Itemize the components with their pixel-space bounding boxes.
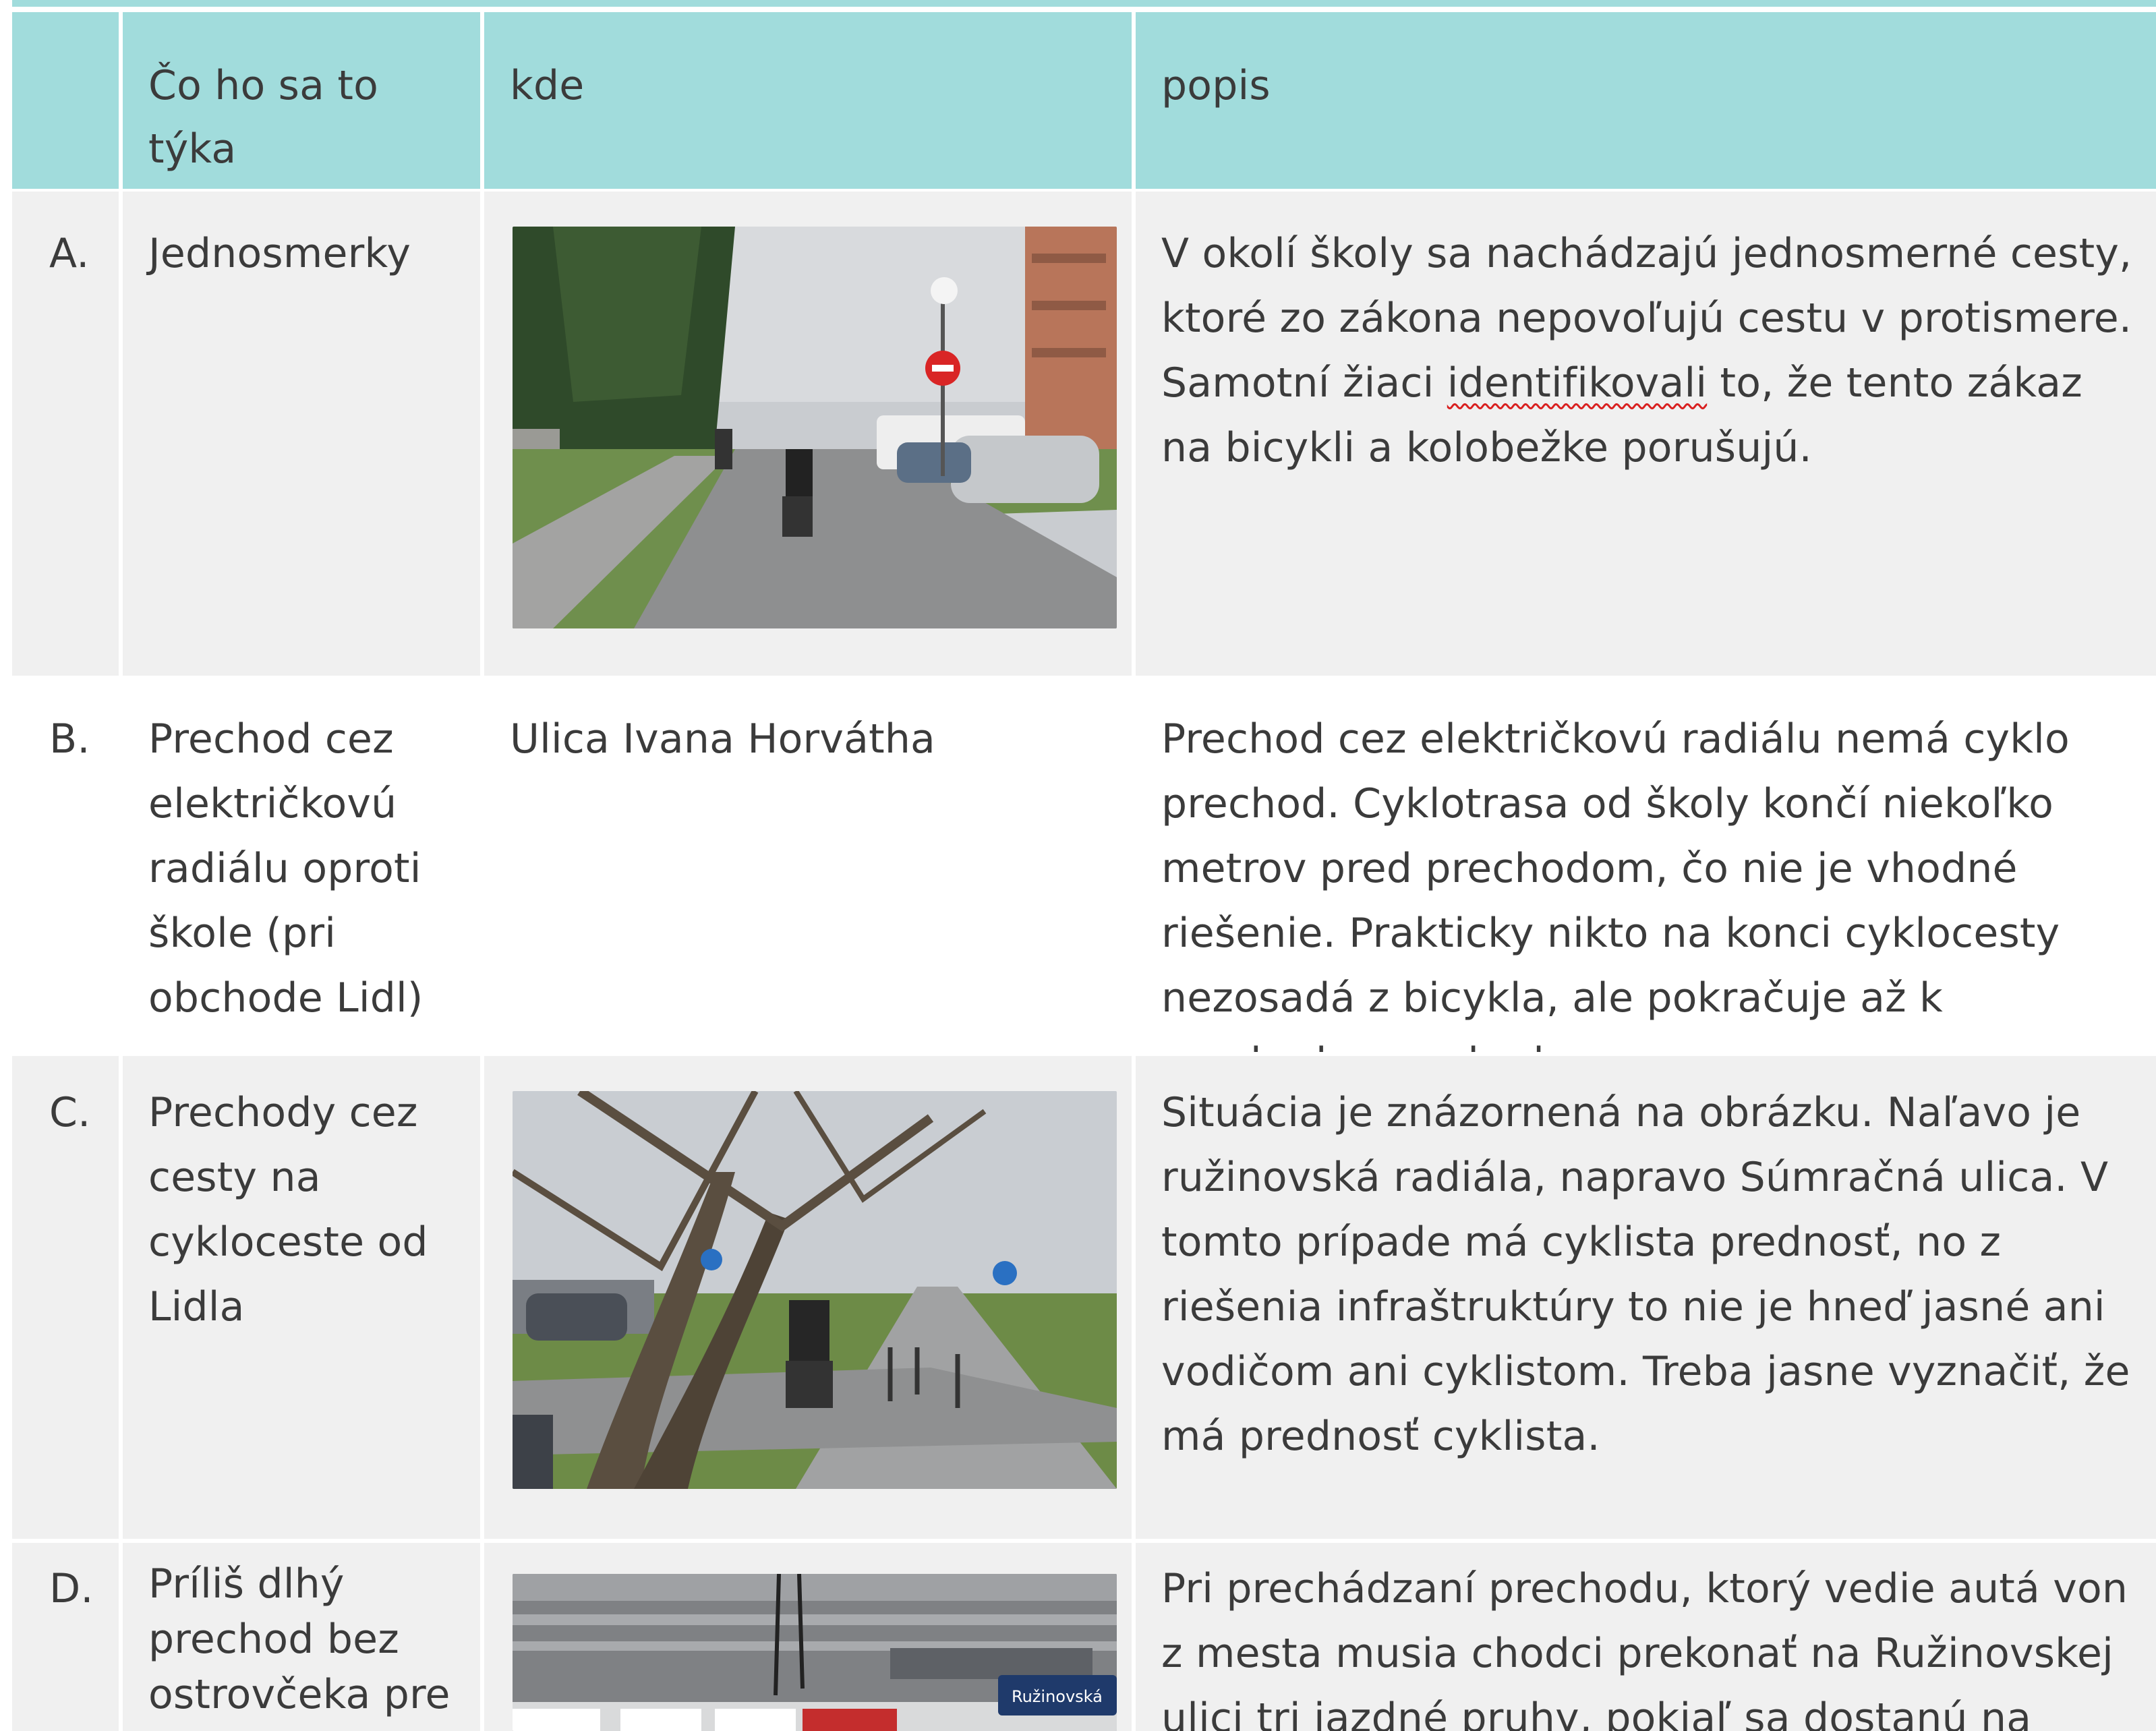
table-top-strip	[12, 0, 2156, 7]
street-sign-label: Ružinovská	[1012, 1687, 1103, 1706]
row-topic: Príliš dlhý prechod bez ostrovčeka pre	[148, 1560, 450, 1718]
table-row-c-topic: Prechody cez cesty na cykloceste od Lidl…	[123, 1056, 480, 1539]
header-cell-topic: Čo ho sa to týka	[123, 12, 480, 189]
row-description: Prechod cez električkovú radiálu nemá cy…	[1161, 715, 2070, 1052]
spellcheck-flagged-word[interactable]: identifikovali	[1447, 359, 1707, 407]
row-description: V okolí školy sa nachádzajú jednosmerné …	[1136, 192, 2156, 480]
table-row-b-description: Prechod cez električkovú radiálu nemá cy…	[1136, 680, 2156, 1052]
table-row-a-index: A.	[12, 192, 119, 676]
table-row-b-where: Ulica Ivana Horvátha	[484, 680, 1132, 1052]
crossing-photo: Ružinovská	[513, 1574, 1117, 1731]
row-topic: Jednosmerky	[148, 230, 411, 277]
row-description: Situácia je znázornená na obrázku. Naľav…	[1161, 1089, 2130, 1460]
row-letter: B.	[49, 715, 90, 763]
header-index-label	[12, 12, 119, 47]
table-row-b-topic: Prechod cez električkovú radiálu oproti …	[123, 680, 480, 1052]
row-where: Ulica Ivana Horvátha	[510, 715, 936, 763]
header-description-label: popis	[1161, 62, 1271, 109]
table-row-c-index: C.	[12, 1056, 119, 1539]
table-row-d-index: D.	[12, 1543, 119, 1731]
table-row-a-description: V okolí školy sa nachádzajú jednosmerné …	[1136, 192, 2156, 676]
table-row-a-topic: Jednosmerky	[123, 192, 480, 676]
table-row-d-topic: Príliš dlhý prechod bez ostrovčeka pre	[123, 1543, 480, 1731]
row-letter: C.	[49, 1089, 91, 1136]
row-letter: A.	[49, 230, 90, 277]
header-cell-where: kde	[484, 12, 1132, 189]
street-photo	[513, 227, 1117, 628]
header-cell-description: popis	[1136, 12, 2156, 189]
cycle-path-photo	[513, 1091, 1117, 1489]
data-table: Čo ho sa to týka kde popis A. Jednosmerk…	[12, 0, 2156, 1731]
row-topic: Prechody cez cesty na cykloceste od Lidl…	[148, 1089, 428, 1330]
row-description: Pri prechádzaní prechodu, ktorý vedie au…	[1161, 1565, 2128, 1731]
row-letter: D.	[49, 1565, 94, 1612]
table-row-b-index: B.	[12, 680, 119, 1052]
table-row-a-where	[484, 192, 1132, 676]
row-topic: Prechod cez električkovú radiálu oproti …	[148, 715, 424, 1022]
table-row-d-description: Pri prechádzaní prechodu, ktorý vedie au…	[1136, 1543, 2156, 1731]
header-cell-index	[12, 12, 119, 189]
table-row-c-where	[484, 1056, 1132, 1539]
header-topic-label: Čo ho sa to týka	[148, 62, 379, 173]
table-row-c-description: Situácia je znázornená na obrázku. Naľav…	[1136, 1056, 2156, 1539]
table-row-d-where: Ružinovská	[484, 1543, 1132, 1731]
header-where-label: kde	[510, 62, 585, 109]
